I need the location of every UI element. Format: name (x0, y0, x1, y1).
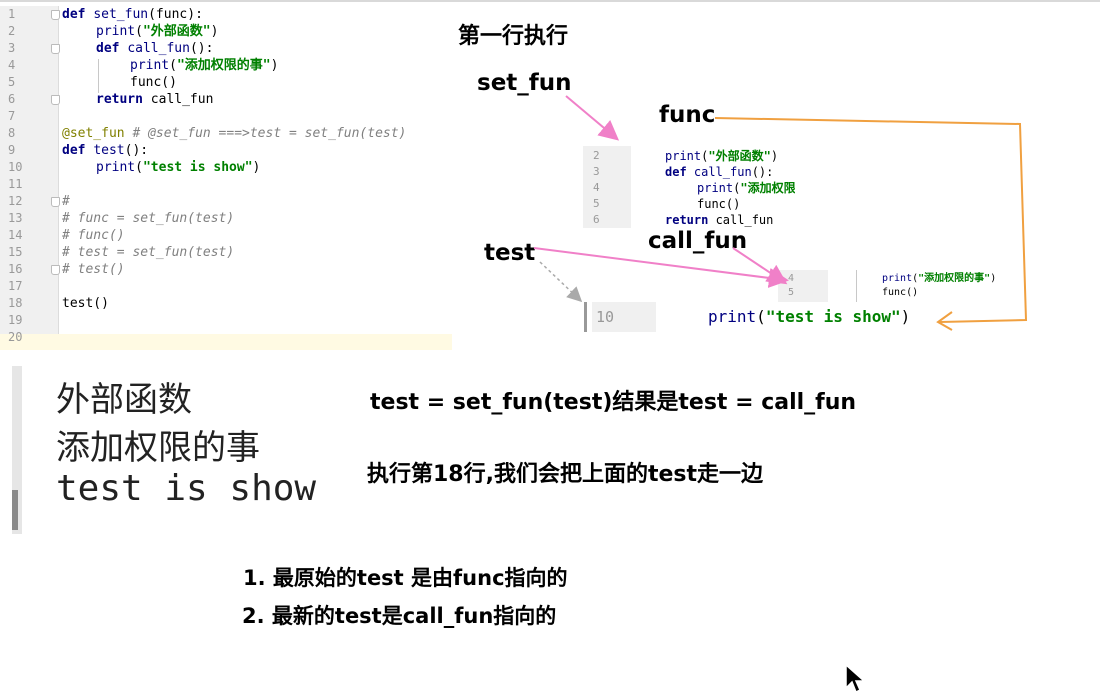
console-scrollbar-thumb[interactable] (12, 490, 18, 530)
console-line: 添加权限的事 (56, 428, 260, 468)
note-1: 1. 最原始的test 是由func指向的 (243, 566, 568, 590)
console-output: 外部函数 添加权限的事 test is show (12, 366, 348, 534)
arrow-set-fun (565, 95, 620, 141)
note-2: 2. 最新的test是call_fun指向的 (242, 604, 557, 628)
console-line: test is show (56, 468, 317, 509)
console-line: 外部函数 (56, 380, 192, 420)
mouse-cursor-icon (845, 664, 865, 694)
orange-connector (714, 117, 1028, 323)
execute-line18-label: 执行第18行,我们会把上面的test走一边 (367, 462, 764, 487)
arrow-test-to-call-fun (533, 247, 789, 288)
result-label: test = set_fun(test)结果是test = call_fun (370, 390, 857, 415)
arrow-test-gray (539, 261, 583, 303)
